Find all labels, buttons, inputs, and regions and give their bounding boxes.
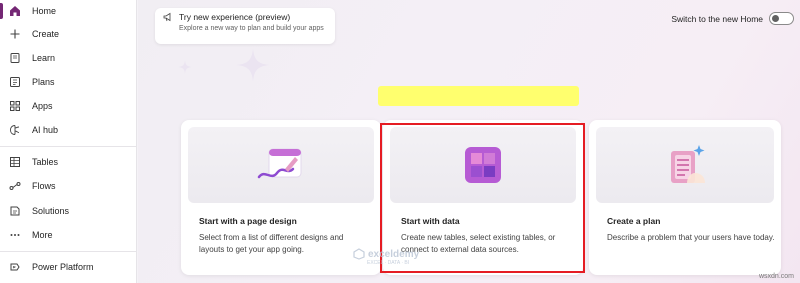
sidebar-item-label: Learn [32, 53, 56, 63]
sidebar-item-label: More [32, 230, 53, 240]
left-navigation: Home Create Learn Plans Apps AI hub Tabl… [0, 0, 137, 283]
plan-checklist-icon [671, 145, 705, 183]
switch-new-home: Switch to the new Home [671, 12, 794, 25]
flow-icon [9, 180, 21, 192]
card-create-plan[interactable]: Create a plan Describe a problem that yo… [589, 120, 781, 275]
sidebar-item-label: AI hub [32, 125, 59, 135]
switch-label: Switch to the new Home [671, 13, 763, 24]
sidebar-item-home[interactable]: Home [0, 0, 137, 22]
book-icon [9, 52, 21, 64]
nav-divider [0, 251, 137, 252]
card-illustration [188, 127, 374, 203]
sidebar-item-create[interactable]: Create [0, 23, 137, 45]
try-new-experience-banner[interactable]: Try new experience (preview) Explore a n… [155, 8, 335, 44]
try-title: Try new experience (preview) [179, 12, 291, 22]
sidebar-item-label: Plans [32, 77, 55, 87]
card-title: Start with data [401, 216, 460, 226]
card-illustration [390, 127, 576, 203]
card-description: Create new tables, select existing table… [401, 233, 556, 254]
sidebar-item-power-platform[interactable]: Power Platform [0, 256, 137, 278]
sidebar-item-tables[interactable]: Tables [0, 151, 137, 173]
solutions-icon [9, 205, 21, 217]
plans-icon [9, 76, 21, 88]
page-design-icon [257, 148, 302, 179]
card-description: Describe a problem that your users have … [607, 233, 775, 242]
sidebar-item-label: Power Platform [32, 262, 94, 272]
more-icon [9, 229, 21, 241]
sidebar-item-flows[interactable]: Flows [0, 175, 137, 197]
sparkle-decoration-icon [178, 60, 192, 74]
plus-icon [9, 28, 21, 40]
watermark-tagline: EXCEL · DATA · BI [367, 260, 410, 266]
sidebar-item-solutions[interactable]: Solutions [0, 200, 137, 222]
sidebar-item-more[interactable]: More [0, 224, 137, 246]
card-page-design[interactable]: Start with a page design Select from a l… [181, 120, 381, 275]
apps-icon [9, 100, 21, 112]
sidebar-item-ai-hub[interactable]: AI hub [0, 119, 137, 141]
sidebar-item-learn[interactable]: Learn [0, 47, 137, 69]
try-description: Explore a new way to plan and build your… [179, 25, 324, 32]
home-icon [9, 5, 21, 17]
nav-divider [0, 146, 137, 147]
sidebar-item-label: Flows [32, 181, 56, 191]
card-illustration [596, 127, 774, 203]
brain-icon [9, 124, 21, 136]
exceldemy-watermark: exceldemy EXCEL · DATA · BI [353, 248, 420, 266]
sidebar-item-label: Solutions [32, 206, 70, 216]
highlighted-redaction-bar [378, 86, 579, 106]
toggle-knob [772, 15, 779, 22]
watermark-brand: exceldemy [368, 248, 420, 260]
power-platform-icon [9, 261, 21, 273]
sidebar-item-label: Tables [32, 157, 59, 167]
card-description: Select from a list of different designs … [199, 233, 344, 254]
card-title: Create a plan [607, 216, 661, 226]
sidebar-item-apps[interactable]: Apps [0, 95, 137, 117]
sidebar-item-plans[interactable]: Plans [0, 71, 137, 93]
data-table-icon [465, 147, 501, 183]
sparkle-decoration-icon [236, 48, 270, 82]
megaphone-icon [163, 12, 173, 22]
corner-watermark: wsxdn.com [758, 273, 794, 280]
sidebar-item-label: Home [32, 6, 57, 16]
sidebar-item-label: Create [32, 29, 60, 39]
card-title: Start with a page design [199, 216, 297, 226]
main-content: Try new experience (preview) Explore a n… [138, 0, 800, 283]
new-home-toggle[interactable] [769, 12, 794, 25]
sidebar-item-label: Apps [32, 101, 53, 111]
exceldemy-logo-icon [353, 248, 365, 260]
table-icon [9, 156, 21, 168]
